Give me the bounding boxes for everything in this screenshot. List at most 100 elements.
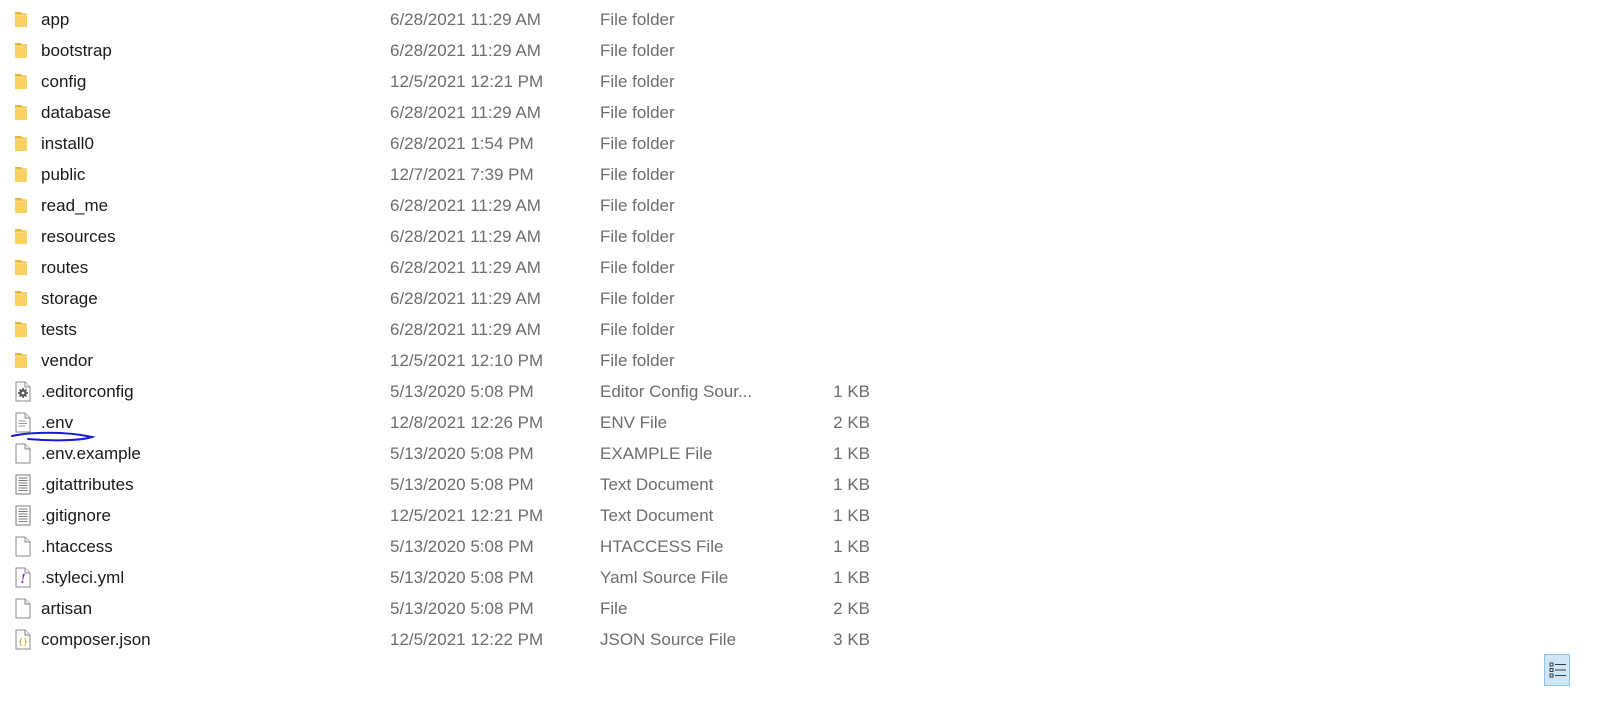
file-name: install0 [41,134,94,153]
blank-file-icon [14,443,32,464]
date-modified: 5/13/2020 5:08 PM [390,382,534,401]
date-modified: 12/5/2021 12:21 PM [390,72,544,91]
date-modified: 6/28/2021 11:29 AM [390,289,541,308]
folder-icon [14,164,32,185]
file-row-routes[interactable]: routes 6/28/2021 11:29 AM File folder [0,252,900,283]
text-document-icon [14,474,32,495]
file-name: resources [41,227,116,246]
svg-text:!: ! [20,572,25,586]
file-list: app 6/28/2021 11:29 AM File folder bootstra… [0,4,1616,655]
file-type: File folder [600,165,675,184]
file-size: 2 KB [833,599,870,618]
file-name: .env.example [41,444,141,463]
file-type: Text Document [600,475,714,494]
file-size: 1 KB [833,382,870,401]
folder-icon [14,226,32,247]
date-modified: 6/28/2021 1:54 PM [390,134,534,153]
file-row-artisan[interactable]: artisan 5/13/2020 5:08 PM File 2 KB [0,593,900,624]
text-document-icon [14,505,32,526]
date-modified: 6/28/2021 11:29 AM [390,258,541,277]
file-name: .gitignore [41,506,111,525]
file-name: artisan [41,599,93,618]
file-type: File folder [600,196,675,215]
file-row-tests[interactable]: tests 6/28/2021 11:29 AM File folder [0,314,900,345]
date-modified: 12/5/2021 12:22 PM [390,630,544,649]
file-name: read_me [41,196,109,215]
file-row-dot-gitattributes[interactable]: .gitattributes 5/13/2020 5:08 PM Text Docu… [0,469,900,500]
file-size: 2 KB [833,413,870,432]
file-type: JSON Source File [600,630,737,649]
file-name: composer.json [41,630,151,649]
file-name: database [41,103,111,122]
file-row-dot-env-example[interactable]: .env.example 5/13/2020 5:08 PM EXAMPLE Fil… [0,438,900,469]
file-name: config [41,72,87,91]
file-row-dot-htaccess[interactable]: .htaccess 5/13/2020 5:08 PM HTACCESS File 1… [0,531,900,562]
json-file-icon: {} [14,629,32,650]
folder-icon [14,195,32,216]
blank-file-icon [14,598,32,619]
folder-icon [14,40,32,61]
file-row-composer-json[interactable]: {} composer.json 12/5/2021 12:22 PM JSON So… [0,624,900,655]
file-row-database[interactable]: database 6/28/2021 11:29 AM File folder [0,97,900,128]
date-modified: 6/28/2021 11:29 AM [390,103,541,122]
file-type: File folder [600,10,675,29]
file-row-storage[interactable]: storage 6/28/2021 11:29 AM File folder [0,283,900,314]
folder-icon [14,102,32,123]
file-row-vendor[interactable]: vendor 12/5/2021 12:10 PM File folder [0,345,900,376]
date-modified: 5/13/2020 5:08 PM [390,444,534,463]
file-name: public [41,165,86,184]
file-row-install0[interactable]: install0 6/28/2021 1:54 PM File folder [0,128,900,159]
date-modified: 6/28/2021 11:29 AM [390,320,541,339]
date-modified: 6/28/2021 11:29 AM [390,196,541,215]
file-row-config[interactable]: config 12/5/2021 12:21 PM File folder [0,66,900,97]
folder-icon [14,350,32,371]
folder-icon [14,288,32,309]
file-size: 1 KB [833,568,870,587]
file-type: File folder [600,41,675,60]
file-row-resources[interactable]: resources 6/28/2021 11:29 AM File folder [0,221,900,252]
file-type: ENV File [600,413,668,432]
file-row-public[interactable]: public 12/7/2021 7:39 PM File folder [0,159,900,190]
file-size: 3 KB [833,630,870,649]
file-name: .styleci.yml [41,568,125,587]
svg-text:{}: {} [18,637,28,646]
file-name: .gitattributes [41,475,134,494]
file-type: File folder [600,258,675,277]
file-type: File folder [600,289,675,308]
date-modified: 6/28/2021 11:29 AM [390,10,541,29]
text-file-icon [14,412,32,433]
date-modified: 12/7/2021 7:39 PM [390,165,534,184]
folder-icon [14,71,32,92]
details-view-button[interactable] [1544,654,1570,686]
file-row-read-me[interactable]: read_me 6/28/2021 11:29 AM File folder [0,190,900,221]
blank-file-icon [14,536,32,557]
date-modified: 5/13/2020 5:08 PM [390,599,534,618]
file-type: File folder [600,103,675,122]
file-name: storage [41,289,98,308]
file-row-dot-env[interactable]: .env 12/8/2021 12:26 PM ENV File 2 KB [0,407,900,438]
date-modified: 12/8/2021 12:26 PM [390,413,544,432]
file-row-dot-editorconfig[interactable]: .editorconfig 5/13/2020 5:08 PM Editor Con… [0,376,900,407]
file-row-dot-styleci-yml[interactable]: ! .styleci.yml 5/13/2020 5:08 PM Yaml Sourc… [0,562,900,593]
file-size: 1 KB [833,444,870,463]
file-type: HTACCESS File [600,537,724,556]
file-type: File folder [600,320,675,339]
file-type: File folder [600,72,675,91]
date-modified: 6/28/2021 11:29 AM [390,41,541,60]
file-name: .htaccess [41,537,113,556]
file-type: File folder [600,134,675,153]
yaml-file-icon: ! [14,567,32,588]
file-type: EXAMPLE File [600,444,713,463]
file-name: routes [41,258,89,277]
date-modified: 5/13/2020 5:08 PM [390,475,534,494]
file-name: vendor [41,351,93,370]
file-row-dot-gitignore[interactable]: .gitignore 12/5/2021 12:21 PM Text Documen… [0,500,900,531]
date-modified: 5/13/2020 5:08 PM [390,537,534,556]
folder-icon [14,257,32,278]
file-row-bootstrap[interactable]: bootstrap 6/28/2021 11:29 AM File folder [0,35,900,66]
file-size: 1 KB [833,475,870,494]
file-size: 1 KB [833,506,870,525]
file-type: Editor Config Sour... [600,382,753,401]
date-modified: 6/28/2021 11:29 AM [390,227,541,246]
file-row-app[interactable]: app 6/28/2021 11:29 AM File folder [0,4,900,35]
